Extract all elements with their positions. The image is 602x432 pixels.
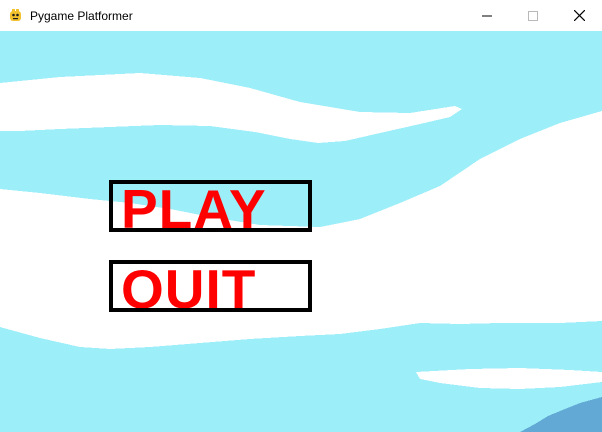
title-bar[interactable]: Pygame Platformer <box>0 0 602 31</box>
game-window: Pygame Platformer PLAY QUIT <box>0 0 602 432</box>
close-icon <box>573 10 585 21</box>
minimize-button[interactable] <box>464 0 510 31</box>
minimize-icon <box>482 15 492 16</box>
maximize-button[interactable] <box>510 0 556 31</box>
window-title: Pygame Platformer <box>30 9 133 23</box>
play-label: PLAY <box>121 180 267 232</box>
pygame-snake-icon <box>10 9 21 21</box>
close-button[interactable] <box>556 0 602 31</box>
game-canvas: PLAY QUIT <box>0 31 602 432</box>
quit-button[interactable]: QUIT <box>109 260 312 312</box>
play-button[interactable]: PLAY <box>109 180 312 232</box>
quit-label: QUIT <box>121 260 257 312</box>
maximize-icon <box>528 10 538 21</box>
